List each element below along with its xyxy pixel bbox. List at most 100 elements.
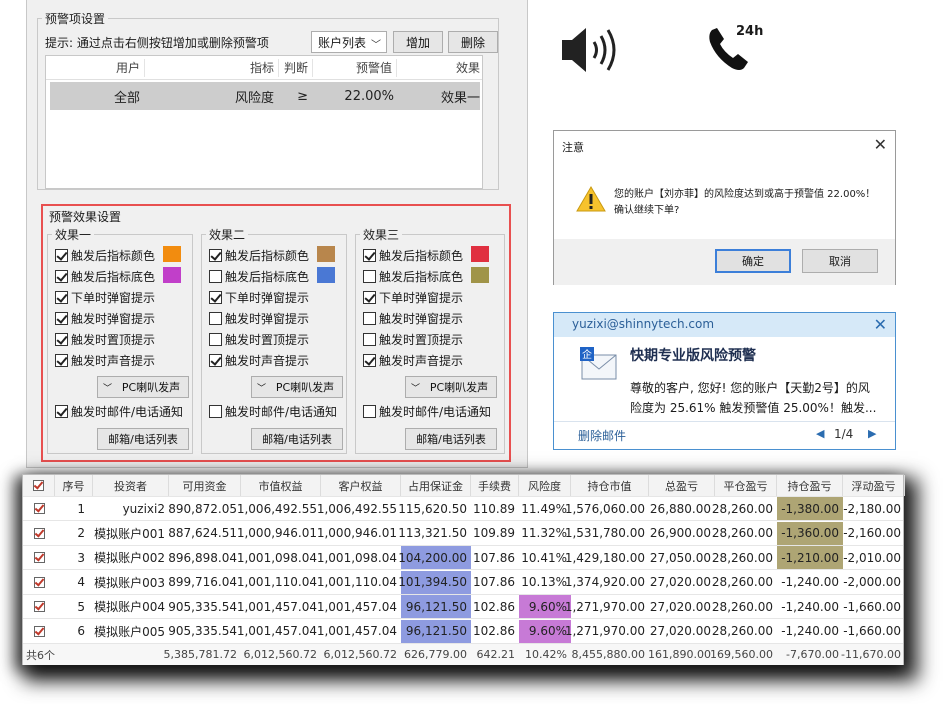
email-phone-list-button[interactable]: 邮箱/电话列表 xyxy=(251,428,343,450)
table-row[interactable]: 2 模拟账户001 887,624.51 1,000,946.01 1,000,946.… xyxy=(23,521,903,546)
select-all-checkbox[interactable] xyxy=(33,480,44,491)
color-swatch[interactable] xyxy=(471,267,489,283)
col-header-select[interactable] xyxy=(23,475,55,496)
color-swatch[interactable] xyxy=(163,267,181,283)
opt-3-notify[interactable]: 触发时邮件/电话通知 xyxy=(363,402,491,420)
table-row[interactable]: 1 yuzixi2 890,872.05 1,006,492.55 1,006,492.… xyxy=(23,497,903,521)
col-header-margin[interactable]: 占用保证金 xyxy=(401,475,471,496)
email-phone-list-button[interactable]: 邮箱/电话列表 xyxy=(97,428,189,450)
row-checkbox[interactable] xyxy=(33,625,45,637)
opt-3-2[interactable]: 触发后指标底色 xyxy=(363,267,463,285)
cell-select[interactable] xyxy=(23,546,55,569)
opt-2-5[interactable]: 触发时置顶提示 xyxy=(209,330,309,348)
ok-button[interactable]: 确定 xyxy=(715,249,791,273)
checkbox[interactable] xyxy=(55,404,68,418)
opt-2-1[interactable]: 触发后指标颜色 xyxy=(209,246,309,264)
opt-2-3[interactable]: 下单时弹窗提示 xyxy=(209,288,309,306)
checkbox[interactable] xyxy=(363,404,376,418)
col-header-risk[interactable]: 风险度 xyxy=(519,475,571,496)
table-row[interactable]: 6 模拟账户005 905,335.54 1,001,457.04 1,001,457.… xyxy=(23,619,903,644)
cancel-button[interactable]: 取消 xyxy=(802,249,878,273)
color-swatch[interactable] xyxy=(471,246,489,262)
add-button[interactable]: 增加 xyxy=(393,31,443,53)
col-header-fee[interactable]: 手续费 xyxy=(471,475,519,496)
col-header-position-pnl[interactable]: 持仓盈亏 xyxy=(777,475,843,496)
col-header-position-value[interactable]: 持仓市值 xyxy=(571,475,649,496)
delete-button[interactable]: 删除 xyxy=(448,31,498,53)
opt-2-2[interactable]: 触发后指标底色 xyxy=(209,267,309,285)
cell-select[interactable] xyxy=(23,497,55,520)
checkbox[interactable] xyxy=(363,269,376,283)
checkbox[interactable] xyxy=(363,353,376,367)
close-icon[interactable]: ✕ xyxy=(874,315,887,334)
close-icon[interactable]: ✕ xyxy=(874,135,887,154)
col-header-index[interactable]: 序号 xyxy=(55,475,93,496)
footer-client-equity: 6,012,560.72 xyxy=(323,648,397,661)
checkbox[interactable] xyxy=(363,332,376,346)
opt-2-6[interactable]: 触发时声音提示 xyxy=(209,351,309,369)
checkbox[interactable] xyxy=(55,248,68,262)
color-swatch[interactable] xyxy=(317,246,335,262)
checkbox[interactable] xyxy=(209,311,222,325)
col-header-available[interactable]: 可用资金 xyxy=(169,475,241,496)
checkbox[interactable] xyxy=(209,332,222,346)
row-checkbox[interactable] xyxy=(33,527,45,539)
opt-3-1[interactable]: 触发后指标颜色 xyxy=(363,246,463,264)
col-header-float-pnl[interactable]: 浮动盈亏 xyxy=(843,475,905,496)
cell-select[interactable] xyxy=(23,620,55,643)
row-checkbox[interactable] xyxy=(33,601,45,612)
cell-select[interactable] xyxy=(23,571,55,594)
opt-1-2[interactable]: 触发后指标底色 xyxy=(55,267,155,285)
opt-1-1[interactable]: 触发后指标颜色 xyxy=(55,246,155,264)
checkbox[interactable] xyxy=(55,311,68,325)
chevron-left-icon[interactable]: ◀ xyxy=(816,427,824,440)
col-header-market-equity[interactable]: 市值权益 xyxy=(241,475,321,496)
checkbox[interactable] xyxy=(55,290,68,304)
opt-3-5[interactable]: 触发时置顶提示 xyxy=(363,330,463,348)
checkbox[interactable] xyxy=(209,269,222,283)
pc-speaker-select[interactable]: ﹀ PC喇叭发声 xyxy=(251,376,343,398)
email-phone-list-button[interactable]: 邮箱/电话列表 xyxy=(405,428,497,450)
checkbox[interactable] xyxy=(55,332,68,346)
checkbox[interactable] xyxy=(209,248,222,262)
col-header-close-pnl[interactable]: 平仓盈亏 xyxy=(715,475,777,496)
col-header-total-pnl[interactable]: 总盈亏 xyxy=(649,475,715,496)
table-row[interactable]: 5 模拟账户004 905,335.54 1,001,457.04 1,001,457.… xyxy=(23,595,903,619)
opt-1-notify[interactable]: 触发时邮件/电话通知 xyxy=(55,402,183,420)
row-checkbox[interactable] xyxy=(33,552,45,563)
opt-2-4[interactable]: 触发时弹窗提示 xyxy=(209,309,309,327)
col-header-client-equity[interactable]: 客户权益 xyxy=(321,475,401,496)
cell-select[interactable] xyxy=(23,595,55,618)
pc-speaker-select[interactable]: ﹀ PC喇叭发声 xyxy=(405,376,497,398)
opt-2-notify[interactable]: 触发时邮件/电话通知 xyxy=(209,402,337,420)
table-row[interactable]: 全部 风险度 ≥ 22.00% 效果一 xyxy=(50,82,480,110)
checkbox[interactable] xyxy=(363,311,376,325)
table-row[interactable]: 4 模拟账户003 899,716.04 1,001,110.04 1,001,110.… xyxy=(23,570,903,595)
checkbox[interactable] xyxy=(209,290,222,304)
pc-speaker-select[interactable]: ﹀ PC喇叭发声 xyxy=(97,376,189,398)
opt-1-4[interactable]: 触发时弹窗提示 xyxy=(55,309,155,327)
opt-1-5[interactable]: 触发时置顶提示 xyxy=(55,330,155,348)
color-swatch[interactable] xyxy=(317,267,335,283)
checkbox[interactable] xyxy=(55,353,68,367)
checkbox[interactable] xyxy=(363,248,376,262)
checkbox[interactable] xyxy=(363,290,376,304)
opt-3-4[interactable]: 触发时弹窗提示 xyxy=(363,309,463,327)
account-list-select[interactable]: 账户列表 ﹀ xyxy=(311,31,387,53)
opt-3-6[interactable]: 触发时声音提示 xyxy=(363,351,463,369)
table-row[interactable]: 3 模拟账户002 896,898.04 1,001,098.04 1,001,098.… xyxy=(23,546,903,570)
row-checkbox[interactable] xyxy=(33,503,45,514)
opt-3-3[interactable]: 下单时弹窗提示 xyxy=(363,288,463,306)
opt-1-6[interactable]: 触发时声音提示 xyxy=(55,351,155,369)
opt-1-3[interactable]: 下单时弹窗提示 xyxy=(55,288,155,306)
checkbox[interactable] xyxy=(209,404,222,418)
checkbox[interactable] xyxy=(209,353,222,367)
delete-mail-link[interactable]: 删除邮件 xyxy=(578,427,626,444)
checkbox[interactable] xyxy=(55,269,68,283)
col-header-investor[interactable]: 投资者 xyxy=(93,475,169,496)
row-checkbox[interactable] xyxy=(33,576,45,588)
chevron-right-icon[interactable]: ▶ xyxy=(868,427,876,440)
phone-24h-text: 24h xyxy=(736,24,764,39)
color-swatch[interactable] xyxy=(163,246,181,262)
cell-select[interactable] xyxy=(23,522,55,545)
